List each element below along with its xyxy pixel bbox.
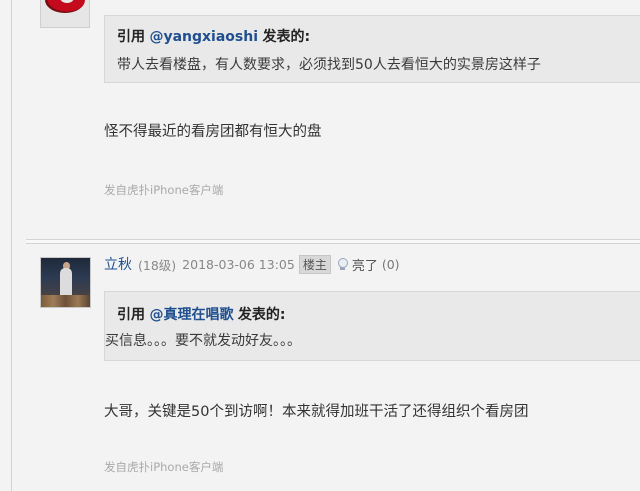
avatar[interactable] [40, 0, 90, 28]
post-source-link[interactable]: 发自虎扑iPhone客户端 [104, 459, 223, 475]
quote-prefix: 引用 [117, 29, 145, 45]
light-bulb-icon[interactable] [335, 257, 349, 271]
quote-block: 引用 @yangxiaoshi 发表的: 带人去看楼盘，有人数要求，必须找到50… [104, 15, 640, 83]
reply-text: 怪不得最近的看房团都有恒大的盘 [104, 124, 322, 140]
post-meta: 立秋 (18级) 2018-03-06 13:05 楼主 亮了 (0) [104, 254, 400, 274]
avatar[interactable] [40, 257, 91, 308]
quoted-user-link[interactable]: @真理在唱歌 [149, 307, 233, 323]
quote-suffix: 发表的: [237, 307, 286, 323]
light-count: (0) [381, 256, 400, 272]
quote-block: 引用 @真理在唱歌 发表的: 买信息。。。要不就发动好友。。。 [104, 291, 640, 361]
post-source-link[interactable]: 发自虎扑iPhone客户端 [104, 182, 223, 198]
op-badge: 楼主 [298, 254, 331, 274]
post-time: 2018-03-06 13:05 [182, 256, 295, 272]
author-level: (18级) [138, 257, 177, 273]
author-name-link[interactable]: 立秋 [104, 254, 132, 274]
quote-header: 引用 @yangxiaoshi 发表的: [117, 26, 310, 46]
reply-text: 大哥，关键是50个到访啊！本来就得加班干活了还得组织个看房团 [104, 404, 529, 420]
quote-body: 买信息。。。要不就发动好友。。。 [105, 333, 301, 349]
light-button[interactable]: 亮了 [352, 255, 378, 274]
quoted-user-link[interactable]: @yangxiaoshi [149, 29, 258, 45]
left-border-rule [11, 0, 12, 491]
quote-prefix: 引用 [117, 307, 145, 323]
quote-suffix: 发表的: [262, 29, 311, 45]
quote-header: 引用 @真理在唱歌 发表的: [117, 304, 286, 324]
quote-body: 带人去看楼盘，有人数要求，必须找到50人去看恒大的实景房这样子 [117, 57, 541, 73]
post-divider [26, 239, 640, 244]
